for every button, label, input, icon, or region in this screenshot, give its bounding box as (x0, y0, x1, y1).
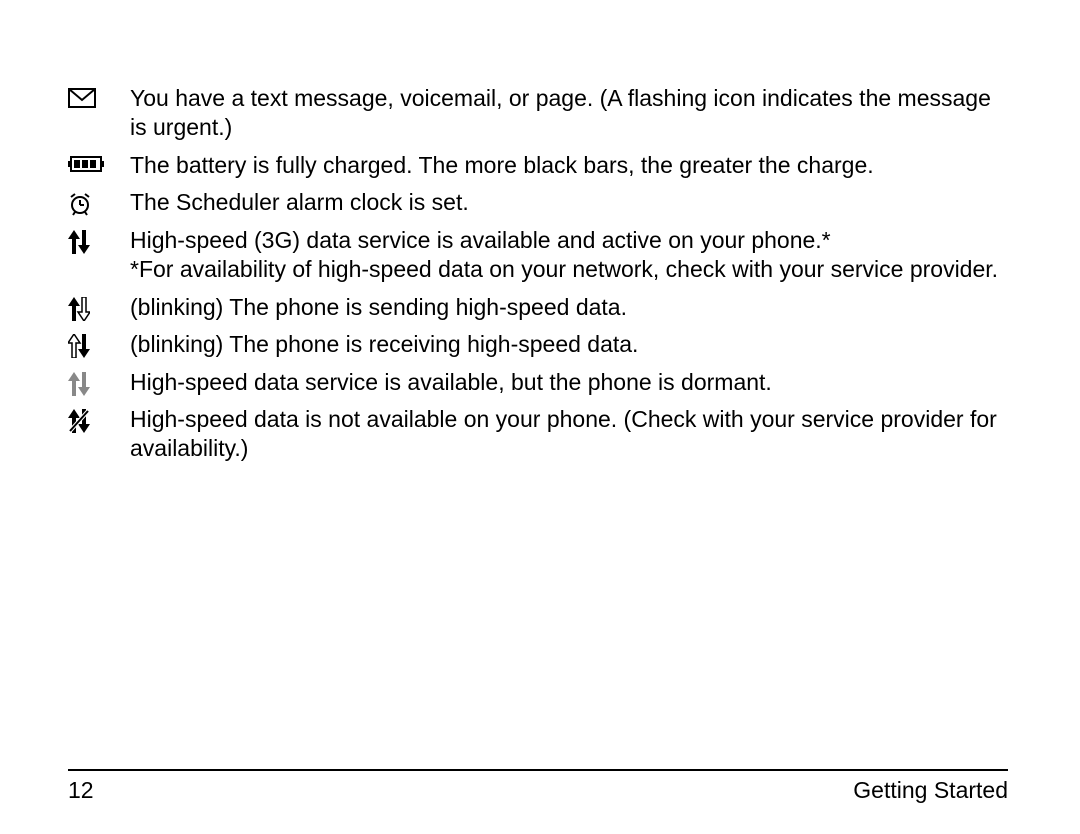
page-footer: 12 Getting Started (68, 769, 1008, 804)
battery-full-icon (68, 151, 130, 173)
data-dormant-icon (68, 368, 130, 396)
list-item: The battery is fully charged. The more b… (68, 151, 1008, 180)
envelope-icon (68, 84, 130, 108)
item-text: You have a text message, voicemail, or p… (130, 84, 1008, 143)
page-number: 12 (68, 777, 94, 804)
section-title: Getting Started (853, 777, 1008, 804)
data-unavailable-icon (68, 405, 130, 433)
item-text: High-speed (3G) data service is availabl… (130, 226, 1008, 285)
item-text: High-speed data is not available on your… (130, 405, 1008, 464)
list-item: You have a text message, voicemail, or p… (68, 84, 1008, 143)
manual-page: You have a text message, voicemail, or p… (0, 0, 1080, 834)
item-text-extra: *For availability of high-speed data on … (130, 255, 1008, 284)
alarm-clock-icon (68, 188, 130, 216)
item-text-main: High-speed (3G) data service is availabl… (130, 227, 831, 253)
list-item: (blinking) The phone is receiving high-s… (68, 330, 1008, 359)
icon-description-list: You have a text message, voicemail, or p… (68, 84, 1008, 472)
item-text: The battery is fully charged. The more b… (130, 151, 1008, 180)
item-text: The Scheduler alarm clock is set. (130, 188, 1008, 217)
data-active-icon (68, 226, 130, 254)
list-item: High-speed (3G) data service is availabl… (68, 226, 1008, 285)
item-text: (blinking) The phone is receiving high-s… (130, 330, 1008, 359)
item-text: High-speed data service is available, bu… (130, 368, 1008, 397)
list-item: High-speed data is not available on your… (68, 405, 1008, 464)
data-sending-icon (68, 293, 130, 321)
list-item: High-speed data service is available, bu… (68, 368, 1008, 397)
list-item: (blinking) The phone is sending high-spe… (68, 293, 1008, 322)
item-text: (blinking) The phone is sending high-spe… (130, 293, 1008, 322)
list-item: The Scheduler alarm clock is set. (68, 188, 1008, 217)
data-receiving-icon (68, 330, 130, 358)
